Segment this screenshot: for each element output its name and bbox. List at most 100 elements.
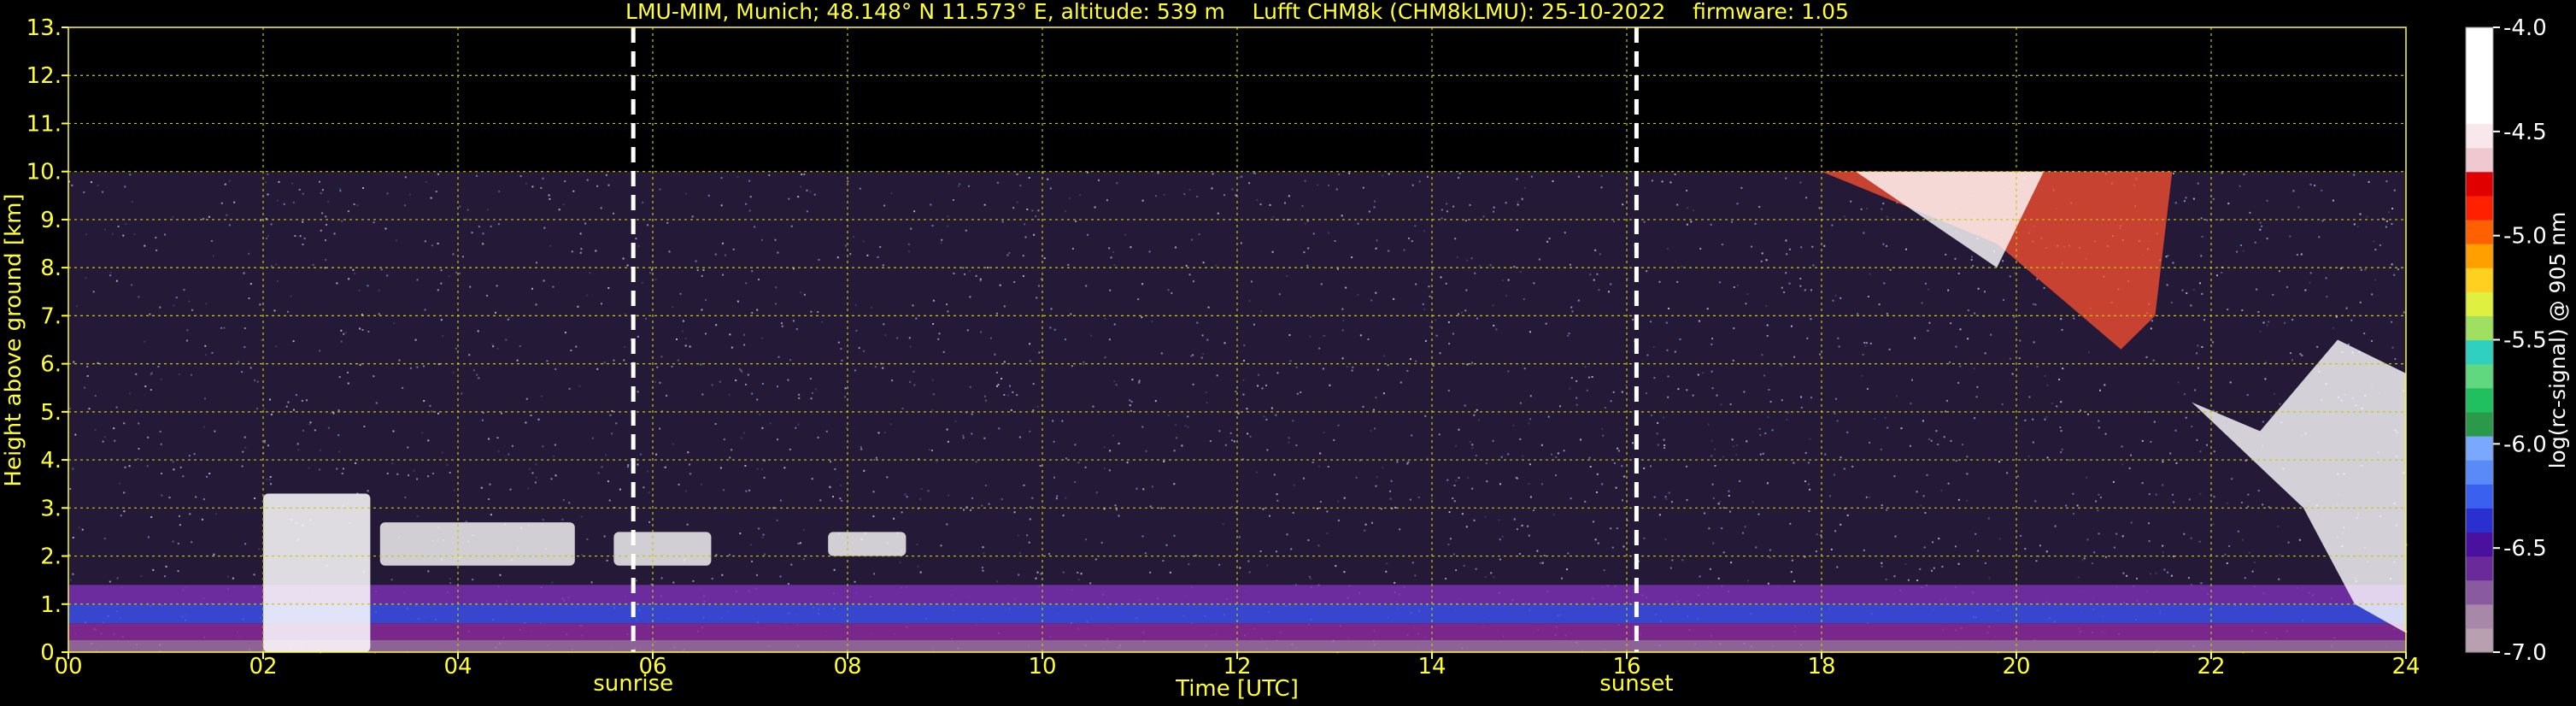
noise-speck [1482,215,1485,218]
noise-speck [442,335,444,338]
noise-speck [2177,381,2180,384]
noise-speck [1676,280,1679,283]
noise-speck [596,185,599,187]
noise-speck [1670,501,1673,503]
noise-speck [913,384,916,386]
noise-speck [1957,273,1960,274]
noise-speck [1432,364,1435,367]
noise-speck [1029,518,1031,521]
noise-speck [1788,282,1791,285]
noise-speck [552,285,555,288]
noise-speck [1622,203,1624,206]
noise-speck [1422,303,1424,305]
noise-speck [404,176,407,179]
noise-speck [242,450,244,453]
noise-speck [1893,475,1896,478]
noise-speck [2174,429,2177,432]
noise-speck [2289,235,2291,238]
noise-speck [1259,203,1262,206]
noise-speck [1717,577,1720,580]
noise-speck [1403,249,1405,251]
noise-speck [930,203,932,206]
noise-speck [1085,285,1088,287]
noise-speck [102,440,104,443]
noise-speck [1135,487,1138,490]
noise-speck [1799,285,1802,287]
noise-speck [1352,366,1354,368]
noise-speck [2113,546,2115,549]
noise-speck [1568,332,1570,335]
noise-speck [811,391,813,394]
noise-speck [353,203,355,205]
noise-speck [1407,461,1410,463]
noise-speck [2155,572,2157,574]
noise-speck [2353,223,2356,226]
noise-speck [220,327,223,329]
noise-speck [1077,579,1080,581]
noise-speck [2080,409,2081,412]
noise-speck [2253,562,2256,563]
noise-speck [1547,415,1550,418]
noise-speck [719,380,721,383]
noise-speck [202,218,205,221]
noise-speck [715,324,718,327]
noise-speck [777,251,779,254]
noise-speck [1687,207,1689,209]
noise-speck [890,191,893,194]
noise-speck [1666,349,1669,351]
noise-speck [1711,387,1714,390]
noise-speck [1231,188,1234,191]
noise-speck [701,309,703,311]
noise-speck [908,337,911,339]
noise-speck [1009,385,1011,387]
noise-speck [373,375,375,378]
noise-speck [416,515,419,518]
noise-speck [1786,253,1788,256]
noise-speck [499,574,502,576]
noise-speck [1540,444,1543,446]
noise-speck [863,469,866,472]
noise-speck [1698,320,1700,322]
noise-speck [1570,306,1573,309]
noise-speck [338,376,341,379]
noise-speck [391,462,394,465]
noise-speck [1904,563,1907,565]
noise-speck [396,239,398,242]
noise-speck [2054,525,2057,527]
noise-speck [1239,176,1241,179]
noise-speck [1083,361,1085,363]
noise-speck [579,251,582,254]
noise-speck [263,408,266,410]
noise-speck [1288,195,1290,197]
noise-speck [1864,344,1867,347]
noise-speck [840,484,842,486]
noise-speck [2259,228,2262,231]
noise-speck [361,314,363,315]
noise-speck [1218,563,1221,566]
y-tick-label: 9. [40,208,62,233]
noise-speck [201,518,203,521]
noise-speck [1326,510,1329,513]
noise-speck [1248,300,1251,302]
noise-speck [1810,318,1812,321]
noise-speck [302,221,304,223]
noise-speck [427,570,430,573]
noise-speck [817,436,819,438]
noise-speck [883,432,886,434]
noise-speck [1707,423,1710,426]
noise-speck [1317,184,1319,186]
noise-speck [2076,504,2079,507]
noise-speck [208,215,210,218]
noise-speck [244,327,246,330]
noise-speck [2174,202,2177,204]
noise-speck [135,409,138,411]
noise-speck [2326,296,2328,298]
noise-speck [1569,387,1571,390]
noise-speck [1359,334,1362,337]
noise-speck [1984,562,1986,564]
noise-speck [2197,344,2199,347]
noise-speck [1493,576,1495,579]
colorbar-segment [2466,291,2493,316]
noise-speck [85,277,87,279]
noise-speck [486,294,489,297]
